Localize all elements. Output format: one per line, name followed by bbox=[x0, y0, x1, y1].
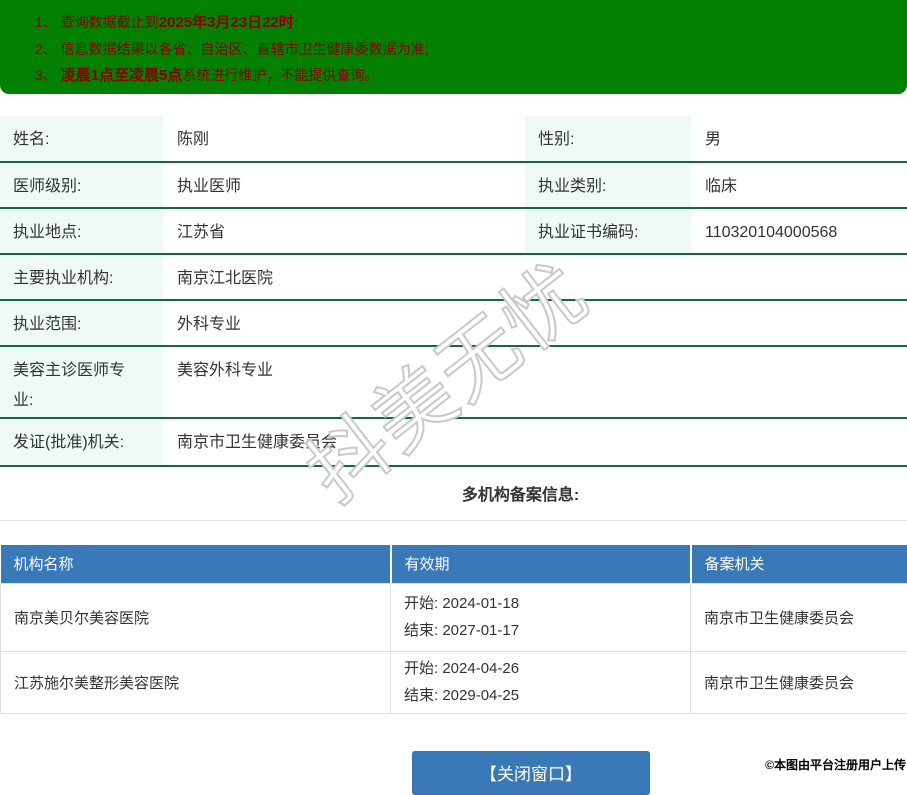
field-value-name: 陈刚 bbox=[163, 116, 525, 162]
multi-org-section-title: 多机构备案信息: bbox=[134, 481, 907, 505]
field-value-practice-scope: 外科专业 bbox=[163, 300, 907, 346]
doctor-info-table: 姓名: 陈刚 性别: 男 医师级别: 执业医师 执业类别: 临床 执业地点: 江… bbox=[0, 116, 907, 467]
table-header-row: 机构名称 有效期 备案机关 bbox=[1, 545, 907, 583]
valid-period-cell: 开始: 2024-01-18 结束: 2027-01-17 bbox=[391, 583, 691, 651]
field-label-practice-type: 执业类别: bbox=[525, 162, 691, 208]
field-value-issuing-authority: 南京市卫生健康委员会 bbox=[163, 418, 907, 466]
field-label-issuing-authority: 发证(批准)机关: bbox=[0, 418, 163, 466]
field-value-gender: 男 bbox=[691, 116, 907, 162]
period-end: 结束: 2027-01-17 bbox=[404, 617, 689, 644]
notice-line-1-bold: 2025年3月23日22时 bbox=[159, 14, 294, 31]
field-label-name: 姓名: bbox=[0, 116, 163, 162]
notice-line-3: 3、 凌晨1点至凌晨5点系统进行维护，不能提供查询。 bbox=[35, 62, 897, 89]
table-row: 美容主诊医师专业: 美容外科专业 bbox=[0, 346, 907, 418]
org-name-cell: 江苏施尔美整形美容医院 bbox=[1, 651, 391, 713]
field-value-practice-type: 临床 bbox=[691, 162, 907, 208]
valid-period-cell: 开始: 2024-04-26 结束: 2029-04-25 bbox=[391, 651, 691, 713]
field-value-main-institution: 南京江北医院 bbox=[163, 254, 907, 300]
notice-line-3-text: 3、 bbox=[35, 67, 61, 83]
notice-line-2-text: 2、 信息数据结果以各省、自治区、直辖市卫生健康委数据为准; bbox=[35, 41, 429, 57]
table-row: 发证(批准)机关: 南京市卫生健康委员会 bbox=[0, 418, 907, 466]
field-value-cosmetic-specialty: 美容外科专业 bbox=[163, 346, 907, 418]
upload-credit-watermark: ©本图由平台注册用户上传 bbox=[765, 756, 906, 773]
table-row: 医师级别: 执业医师 执业类别: 临床 bbox=[0, 162, 907, 208]
column-header-valid-period: 有效期 bbox=[391, 545, 691, 583]
period-start: 开始: 2024-04-26 bbox=[404, 655, 689, 682]
field-label-practice-location: 执业地点: bbox=[0, 208, 163, 254]
field-label-main-institution: 主要执业机构: bbox=[0, 254, 163, 300]
table-row: 南京美贝尔美容医院 开始: 2024-01-18 结束: 2027-01-17 … bbox=[1, 583, 907, 651]
notice-line-2: 2、 信息数据结果以各省、自治区、直辖市卫生健康委数据为准; bbox=[35, 36, 897, 62]
table-row: 执业范围: 外科专业 bbox=[0, 300, 907, 346]
notice-line-1-text: 1、 查询数据截止到 bbox=[35, 14, 159, 30]
section-divider bbox=[0, 520, 907, 521]
field-label-practice-scope: 执业范围: bbox=[0, 300, 163, 346]
period-start: 开始: 2024-01-18 bbox=[404, 590, 689, 617]
close-window-button[interactable]: 【关闭窗口】 bbox=[412, 751, 650, 795]
record-authority-cell: 南京市卫生健康委员会 bbox=[691, 583, 907, 651]
field-value-doctor-level: 执业医师 bbox=[163, 162, 525, 208]
table-row: 姓名: 陈刚 性别: 男 bbox=[0, 116, 907, 162]
field-label-doctor-level: 医师级别: bbox=[0, 162, 163, 208]
column-header-org-name: 机构名称 bbox=[1, 545, 391, 583]
multi-org-records-table: 机构名称 有效期 备案机关 南京美贝尔美容医院 开始: 2024-01-18 结… bbox=[0, 545, 907, 714]
notice-line-1: 1、 查询数据截止到2025年3月23日22时; bbox=[35, 9, 897, 36]
table-row: 江苏施尔美整形美容医院 开始: 2024-04-26 结束: 2029-04-2… bbox=[1, 651, 907, 713]
record-authority-cell: 南京市卫生健康委员会 bbox=[691, 651, 907, 713]
table-row: 主要执业机构: 南京江北医院 bbox=[0, 254, 907, 300]
field-label-gender: 性别: bbox=[525, 116, 691, 162]
field-label-certificate-no: 执业证书编码: bbox=[525, 208, 691, 254]
notice-banner: 1、 查询数据截止到2025年3月23日22时; 2、 信息数据结果以各省、自治… bbox=[0, 0, 907, 94]
org-name-cell: 南京美贝尔美容医院 bbox=[1, 583, 391, 651]
field-value-practice-location: 江苏省 bbox=[163, 208, 525, 254]
period-end: 结束: 2029-04-25 bbox=[404, 682, 689, 709]
notice-line-1-punct: ; bbox=[294, 14, 298, 30]
notice-line-3-bold: 凌晨1点至凌晨5点 bbox=[61, 67, 183, 84]
field-label-cosmetic-specialty: 美容主诊医师专业: bbox=[0, 346, 163, 418]
notice-line-3-tail: 系统进行维护，不能提供查询。 bbox=[182, 67, 378, 83]
table-row: 执业地点: 江苏省 执业证书编码: 110320104000568 bbox=[0, 208, 907, 254]
field-value-certificate-no: 110320104000568 bbox=[691, 208, 907, 254]
column-header-record-authority: 备案机关 bbox=[691, 545, 907, 583]
